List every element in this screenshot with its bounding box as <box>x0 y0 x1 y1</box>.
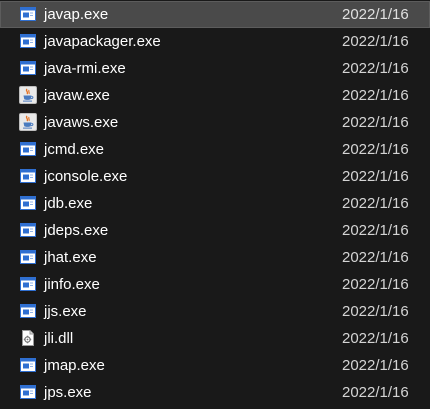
file-date-modified: 2022/1/16 <box>342 276 409 293</box>
file-name: jmap.exe <box>44 357 105 374</box>
file-date-modified: 2022/1/16 <box>342 114 409 131</box>
file-row[interactable]: jjs.exe 2022/1/16 <box>0 298 430 325</box>
exe-window-icon <box>19 383 37 401</box>
file-name: javapackager.exe <box>44 33 161 50</box>
file-name: jdeps.exe <box>44 222 109 239</box>
file-date-modified: 2022/1/16 <box>342 6 409 23</box>
file-name: jps.exe <box>44 384 92 401</box>
exe-window-icon <box>19 59 37 77</box>
file-date-modified: 2022/1/16 <box>342 330 409 347</box>
file-date-modified: 2022/1/16 <box>342 87 409 104</box>
file-row[interactable]: jinfo.exe 2022/1/16 <box>0 271 430 298</box>
exe-window-icon <box>19 167 37 185</box>
file-row[interactable]: jli.dll 2022/1/16 <box>0 325 430 352</box>
file-date-modified: 2022/1/16 <box>342 357 409 374</box>
file-date-modified: 2022/1/16 <box>342 384 409 401</box>
file-date-modified: 2022/1/16 <box>342 195 409 212</box>
file-row[interactable]: jdeps.exe 2022/1/16 <box>0 217 430 244</box>
file-row[interactable]: jconsole.exe 2022/1/16 <box>0 163 430 190</box>
file-name: jdb.exe <box>44 195 93 212</box>
file-date-modified: 2022/1/16 <box>342 60 409 77</box>
file-name: javap.exe <box>44 6 109 23</box>
file-name: jconsole.exe <box>44 168 128 185</box>
file-row[interactable]: javaw.exe 2022/1/16 <box>0 82 430 109</box>
exe-window-icon <box>19 140 37 158</box>
file-date-modified: 2022/1/16 <box>342 249 409 266</box>
exe-window-icon <box>19 221 37 239</box>
file-row[interactable]: javaws.exe 2022/1/16 <box>0 109 430 136</box>
file-row[interactable]: jmap.exe 2022/1/16 <box>0 352 430 379</box>
file-row[interactable]: javap.exe 2022/1/16 <box>0 1 430 28</box>
exe-window-icon <box>19 275 37 293</box>
exe-window-icon <box>19 194 37 212</box>
file-row[interactable]: javapackager.exe 2022/1/16 <box>0 28 430 55</box>
dll-gear-icon <box>19 329 37 347</box>
file-date-modified: 2022/1/16 <box>342 33 409 50</box>
file-row[interactable]: jhat.exe 2022/1/16 <box>0 244 430 271</box>
file-name: java-rmi.exe <box>44 60 126 77</box>
file-name: jli.dll <box>44 330 74 347</box>
file-name: jhat.exe <box>44 249 97 266</box>
file-name: jinfo.exe <box>44 276 100 293</box>
exe-window-icon <box>19 356 37 374</box>
exe-window-icon <box>19 248 37 266</box>
file-date-modified: 2022/1/16 <box>342 222 409 239</box>
file-date-modified: 2022/1/16 <box>342 141 409 158</box>
file-row[interactable]: jps.exe 2022/1/16 <box>0 379 430 406</box>
file-name: javaw.exe <box>44 87 110 104</box>
file-row[interactable]: jcmd.exe 2022/1/16 <box>0 136 430 163</box>
java-cup-icon <box>19 86 37 104</box>
file-name: javaws.exe <box>44 114 119 131</box>
java-cup-icon <box>19 113 37 131</box>
file-name: jjs.exe <box>44 303 87 320</box>
file-list: javap.exe 2022/1/16 javapackager.exe 2022/1… <box>0 0 430 409</box>
exe-window-icon <box>19 32 37 50</box>
exe-window-icon <box>19 5 37 23</box>
file-name: jcmd.exe <box>44 141 105 158</box>
file-row[interactable]: jdb.exe 2022/1/16 <box>0 190 430 217</box>
file-date-modified: 2022/1/16 <box>342 168 409 185</box>
file-date-modified: 2022/1/16 <box>342 303 409 320</box>
exe-window-icon <box>19 302 37 320</box>
file-row[interactable]: java-rmi.exe 2022/1/16 <box>0 55 430 82</box>
